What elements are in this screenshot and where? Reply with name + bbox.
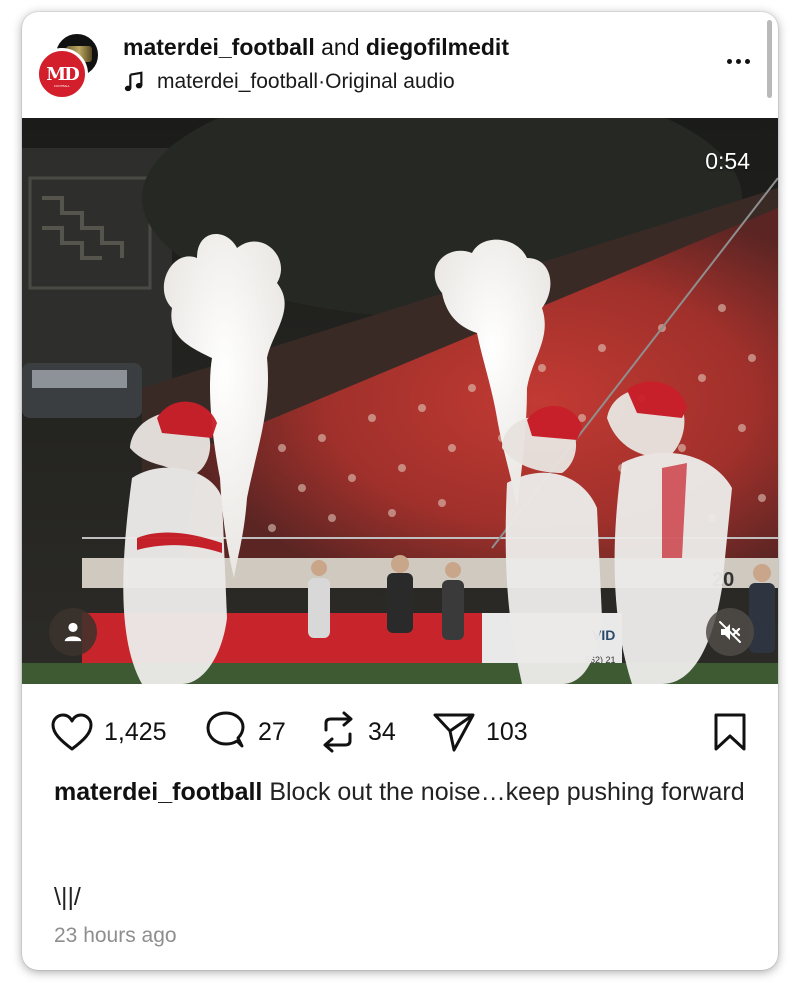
avatar-monogram: MD <box>46 63 80 85</box>
like-count[interactable]: 1,425 <box>104 718 167 747</box>
avatar-subtext: FOOTBALL <box>54 84 70 88</box>
caption-extra-line: \||/ <box>54 883 81 911</box>
repost-count[interactable]: 34 <box>368 718 396 747</box>
post-card: MD FOOTBALL materdei_football and diegof… <box>22 12 778 970</box>
save-button[interactable] <box>710 712 750 752</box>
repost-action: 34 <box>318 702 396 762</box>
post-timestamp: 23 hours ago <box>54 924 177 947</box>
audio-separator: · <box>318 70 326 93</box>
action-bar: 1,425 27 34 103 <box>22 702 778 762</box>
audio-label: Original audio <box>325 70 455 93</box>
heart-icon[interactable] <box>50 712 94 752</box>
comment-bubble-icon[interactable] <box>204 710 248 754</box>
title-joiner: and <box>314 34 366 60</box>
more-options-button[interactable] <box>720 46 756 76</box>
avatar-stack[interactable]: MD FOOTBALL <box>36 32 100 100</box>
repost-icon[interactable] <box>318 710 358 754</box>
post-header: MD FOOTBALL materdei_football and diegof… <box>22 12 778 117</box>
author-avatar[interactable]: MD FOOTBALL <box>36 48 88 100</box>
person-icon <box>64 622 82 642</box>
caption-username[interactable]: materdei_football <box>54 778 262 806</box>
mute-button[interactable] <box>706 608 754 656</box>
video-player[interactable]: 20 VID 562) 21 0:54 <box>22 118 778 684</box>
caption-text: Block out the noise…keep pushing forward <box>269 778 745 806</box>
video-frame: 20 VID 562) 21 <box>22 118 778 684</box>
tagged-users-button[interactable] <box>49 608 97 656</box>
share-count[interactable]: 103 <box>486 718 528 747</box>
author-username[interactable]: materdei_football <box>123 34 315 60</box>
music-note-icon <box>124 71 143 92</box>
collaborator-username[interactable]: diegofilmedit <box>366 34 509 60</box>
post-title: materdei_football and diegofilmedit <box>123 34 509 61</box>
speaker-muted-icon <box>719 621 741 643</box>
video-duration: 0:54 <box>705 148 750 174</box>
post-caption: materdei_football Block out the noise…ke… <box>54 776 754 808</box>
audio-owner: materdei_football <box>157 70 319 93</box>
comment-count[interactable]: 27 <box>258 718 286 747</box>
share-action: 103 <box>432 702 528 762</box>
comment-action: 27 <box>204 702 286 762</box>
bookmark-icon <box>714 713 746 751</box>
like-action: 1,425 <box>50 702 167 762</box>
more-options-icon <box>726 58 732 64</box>
paper-plane-icon[interactable] <box>432 711 476 753</box>
audio-attribution[interactable]: materdei_football · Original audio <box>123 70 455 94</box>
